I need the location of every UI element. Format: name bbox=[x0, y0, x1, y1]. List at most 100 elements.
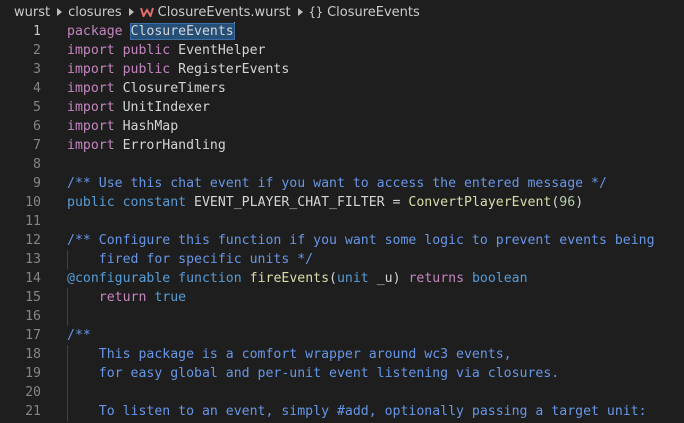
code-text: package ClosureEvents bbox=[67, 22, 235, 41]
text-cursor bbox=[233, 22, 235, 38]
code-token: EventHelper bbox=[178, 43, 266, 58]
code-token: import bbox=[67, 100, 123, 115]
code-text: @configurable function fireEvents(unit _… bbox=[67, 269, 528, 288]
code-token: import bbox=[67, 81, 123, 96]
code-text: import UnitIndexer bbox=[67, 98, 210, 117]
code-line[interactable]: 16 bbox=[0, 307, 684, 326]
code-token: 96 bbox=[559, 195, 576, 210]
code-text: return true bbox=[67, 288, 186, 307]
selected-token: ClosureEvents bbox=[129, 23, 235, 40]
code-line[interactable]: 15 return true bbox=[0, 288, 684, 307]
code-token: unit bbox=[336, 271, 377, 286]
code-text: import HashMap bbox=[67, 117, 178, 136]
code-token: UnitIndexer bbox=[122, 100, 210, 115]
code-token: ConvertPlayerEvent bbox=[408, 195, 552, 210]
line-number: 14 bbox=[25, 271, 41, 286]
code-text: /** Use this chat event if you want to a… bbox=[67, 174, 607, 193]
code-token: This package is a comfort wrapper around… bbox=[67, 347, 512, 362]
code-token: @configurable bbox=[67, 271, 179, 286]
code-line[interactable]: 18 This package is a comfort wrapper aro… bbox=[0, 345, 684, 364]
code-token: import bbox=[67, 62, 123, 77]
breadcrumb-symbol[interactable]: ClosureEvents bbox=[327, 5, 420, 20]
code-text: /** Configure this function if you want … bbox=[67, 231, 655, 250]
code-text: import public EventHelper bbox=[67, 41, 266, 60]
code-token: return bbox=[98, 290, 155, 305]
chevron-right-icon bbox=[128, 8, 134, 16]
code-text: for easy global and per-unit event liste… bbox=[67, 364, 560, 383]
code-token: import bbox=[67, 43, 123, 58]
code-line[interactable]: 9 /** Use this chat event if you want to … bbox=[0, 174, 684, 193]
line-number: 12 bbox=[25, 233, 41, 248]
code-line[interactable]: 6 import HashMap bbox=[0, 117, 684, 136]
code-token: ErrorHandling bbox=[122, 138, 226, 153]
code-line[interactable]: 14 @configurable function fireEvents(unit… bbox=[0, 269, 684, 288]
code-line[interactable]: 1 package ClosureEvents bbox=[0, 22, 684, 41]
code-line[interactable]: 17 /** bbox=[0, 326, 684, 345]
line-number: 8 bbox=[33, 157, 41, 172]
code-line[interactable]: 2 import public EventHelper bbox=[0, 41, 684, 60]
code-token: ClosureTimers bbox=[122, 81, 226, 96]
code-token: true bbox=[154, 290, 187, 305]
code-editor[interactable]: 1 package ClosureEvents 2 import public Eve… bbox=[0, 22, 684, 421]
code-token: for easy global and per-unit event liste… bbox=[67, 366, 560, 381]
line-number: 21 bbox=[25, 404, 41, 419]
line-number: 4 bbox=[33, 81, 41, 96]
code-text: public constant EVENT_PLAYER_CHAT_FILTER… bbox=[67, 193, 583, 212]
code-line[interactable]: 11 bbox=[0, 212, 684, 231]
wurst-file-icon bbox=[139, 7, 154, 17]
line-number: 13 bbox=[25, 252, 41, 267]
line-number: 2 bbox=[33, 43, 41, 58]
code-text: fired for specific units */ bbox=[67, 250, 313, 269]
code-line[interactable]: 3 import public RegisterEvents bbox=[0, 60, 684, 79]
line-number: 9 bbox=[33, 176, 41, 191]
code-token: public bbox=[122, 62, 179, 77]
line-number: 1 bbox=[33, 24, 41, 39]
code-token: boolean bbox=[471, 271, 528, 286]
line-number: 18 bbox=[25, 347, 41, 362]
chevron-right-icon bbox=[57, 8, 63, 16]
code-token: /** bbox=[67, 328, 91, 343]
code-token: /** Use this chat event if you want to a… bbox=[67, 176, 607, 191]
code-token: _u) bbox=[376, 271, 409, 286]
code-token: HashMap bbox=[122, 119, 179, 134]
code-line[interactable]: 5 import UnitIndexer bbox=[0, 98, 684, 117]
indent-guide bbox=[67, 307, 68, 326]
line-number: 16 bbox=[25, 309, 41, 324]
code-line[interactable]: 12 /** Configure this function if you wan… bbox=[0, 231, 684, 250]
code-line[interactable]: 7 import ErrorHandling bbox=[0, 136, 684, 155]
breadcrumb-folder-closures[interactable]: closures bbox=[68, 5, 122, 20]
code-token: EVENT_PLAYER_CHAT_FILTER = bbox=[194, 195, 409, 210]
code-token: constant bbox=[122, 195, 195, 210]
chevron-right-icon bbox=[297, 8, 303, 16]
code-line[interactable]: 13 fired for specific units */ bbox=[0, 250, 684, 269]
code-token: /** Configure this function if you want … bbox=[67, 233, 655, 248]
code-token: public bbox=[67, 195, 123, 210]
code-line[interactable]: 4 import ClosureTimers bbox=[0, 79, 684, 98]
line-number: 20 bbox=[25, 385, 41, 400]
code-token: RegisterEvents bbox=[178, 62, 290, 77]
code-line[interactable]: 21 To listen to an event, simply #add, o… bbox=[0, 402, 684, 421]
line-number: 10 bbox=[25, 195, 41, 210]
code-token: public bbox=[122, 43, 179, 58]
line-number: 11 bbox=[25, 214, 41, 229]
code-text: To listen to an event, simply #add, opti… bbox=[67, 402, 647, 421]
code-text: /** bbox=[67, 326, 91, 345]
code-line[interactable]: 20 bbox=[0, 383, 684, 402]
code-token: To listen to an event, simply #add, opti… bbox=[67, 404, 647, 419]
breadcrumb: wurst closures ClosureEvents.wurst {} Cl… bbox=[0, 0, 684, 24]
breadcrumb-file[interactable]: ClosureEvents.wurst bbox=[158, 5, 291, 20]
code-token: fireEvents bbox=[249, 271, 330, 286]
breadcrumb-folder-wurst[interactable]: wurst bbox=[14, 5, 50, 20]
code-text: import public RegisterEvents bbox=[67, 60, 289, 79]
code-line[interactable]: 19 for easy global and per-unit event li… bbox=[0, 364, 684, 383]
code-token: returns bbox=[408, 271, 472, 286]
code-line[interactable]: 10 public constant EVENT_PLAYER_CHAT_FILT… bbox=[0, 193, 684, 212]
line-number: 17 bbox=[25, 328, 41, 343]
line-number: 15 bbox=[25, 290, 41, 305]
code-line[interactable]: 8 bbox=[0, 155, 684, 174]
code-token: import bbox=[67, 119, 123, 134]
code-token: function bbox=[178, 271, 250, 286]
code-text: This package is a comfort wrapper around… bbox=[67, 345, 512, 364]
code-text: import ErrorHandling bbox=[67, 136, 226, 155]
